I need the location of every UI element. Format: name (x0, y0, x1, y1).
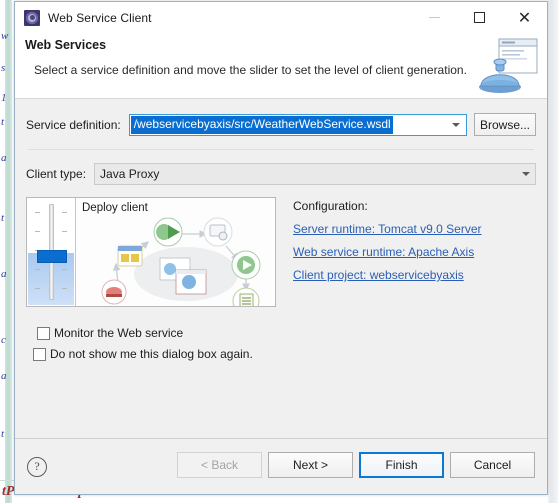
help-icon[interactable]: ? (27, 456, 47, 477)
editor-scrollbar[interactable] (550, 0, 558, 503)
background-char: s (1, 62, 6, 74)
background-char: a (1, 152, 7, 164)
background-char: t (1, 116, 5, 128)
do-not-show-again-label: Do not show me this dialog box again. (50, 347, 253, 361)
dialog-body: Service definition: /webservicebyaxis/sr… (15, 99, 547, 438)
minimize-icon[interactable] (412, 2, 457, 33)
page-description: Select a service definition and move the… (34, 63, 467, 77)
generation-level-section: Deploy client Configuration: Server runt… (26, 197, 536, 307)
web-service-icon (24, 9, 40, 26)
dialog-title: Web Service Client (48, 10, 152, 25)
service-definition-input[interactable]: /webservicebyaxis/src/WeatherWebService.… (128, 113, 467, 136)
do-not-show-again-option[interactable]: Do not show me this dialog box again. (26, 347, 536, 361)
dialog-footer: ? < Back Next > Finish Cancel (15, 438, 547, 494)
server-runtime-link[interactable]: Server runtime: Tomcat v9.0 Server (293, 222, 482, 236)
page-title: Web Services (25, 38, 107, 52)
maximize-icon[interactable] (457, 2, 502, 33)
client-type-label: Client type: (26, 167, 87, 181)
web-service-runtime-link[interactable]: Web service runtime: Apache Axis (293, 245, 482, 259)
dialog-buttons: < Back Next > Finish Cancel (177, 452, 535, 478)
monitor-web-service-checkbox[interactable] (37, 326, 50, 340)
window-controls: ✕ (412, 2, 547, 33)
back-button[interactable]: < Back (177, 452, 262, 478)
service-definition-value: /webservicebyaxis/src/WeatherWebService.… (130, 115, 393, 134)
web-service-client-dialog: Web Service Client ✕ Web Services Select… (14, 1, 548, 495)
client-project-link[interactable]: Client project: webservicebyaxis (293, 268, 482, 282)
service-definition-label: Service definition: (26, 117, 121, 132)
do-not-show-again-checkbox[interactable] (33, 347, 46, 361)
section-divider (28, 149, 534, 150)
background-char: a (1, 268, 7, 280)
cancel-button[interactable]: Cancel (450, 452, 535, 478)
web-service-banner-icon (475, 35, 541, 97)
chevron-down-icon[interactable] (522, 164, 530, 184)
next-button[interactable]: Next > (268, 452, 353, 478)
configuration-title: Configuration: (293, 199, 368, 213)
client-type-value: Java Proxy (100, 167, 160, 181)
client-generation-preview: Deploy client (26, 197, 276, 307)
service-definition-row: Service definition: /webservicebyaxis/sr… (26, 113, 536, 136)
browse-button[interactable]: Browse... (474, 113, 536, 136)
background-char: t (1, 428, 5, 440)
client-type-select[interactable]: Java Proxy (94, 163, 536, 185)
background-char: 1 (1, 92, 7, 104)
configuration-panel: Configuration: Server runtime: Tomcat v9… (293, 197, 482, 307)
dialog-header: Web Services Select a service definition… (15, 33, 547, 99)
background-char: t (1, 212, 5, 224)
stage-illustration: Deploy client (76, 198, 275, 306)
dialog-titlebar[interactable]: Web Service Client ✕ (15, 2, 547, 33)
background-char: w (1, 30, 9, 42)
background-char: c (1, 334, 6, 346)
client-type-row: Client type: Java Proxy (26, 163, 536, 185)
close-icon[interactable]: ✕ (502, 2, 547, 33)
monitor-web-service-label: Monitor the Web service (54, 326, 184, 340)
monitor-web-service-option[interactable]: Monitor the Web service (26, 326, 536, 340)
slider-thumb[interactable] (37, 250, 67, 263)
finish-button[interactable]: Finish (359, 452, 444, 478)
background-char: a (1, 370, 7, 382)
generation-level-slider[interactable] (27, 198, 76, 306)
editor-gutter-band (5, 0, 12, 503)
chevron-down-icon[interactable] (446, 114, 466, 135)
